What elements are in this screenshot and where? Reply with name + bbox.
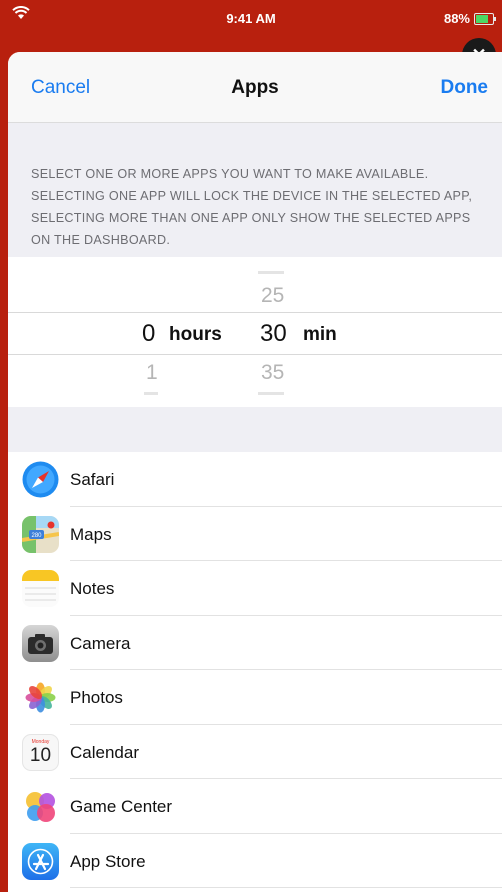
status-bar: 9:41 AM 88% [0, 0, 502, 36]
picker-faded-row [144, 392, 158, 395]
status-time: 9:41 AM [226, 11, 276, 26]
calendar-icon: Monday 10 [22, 733, 59, 771]
camera-icon [22, 624, 59, 662]
maps-icon: 280 [22, 515, 59, 553]
list-item-photos[interactable]: Photos [8, 670, 502, 725]
app-label: Game Center [70, 797, 173, 816]
app-label: Calendar [70, 742, 139, 762]
app-list: Safari 280 Maps Notes Camera Photos Mond… [8, 452, 502, 888]
list-item-maps[interactable]: 280 Maps [8, 507, 502, 561]
battery-indicator: 88% [443, 11, 496, 26]
picker-faded-row [258, 271, 284, 274]
minutes-unit: min [303, 324, 337, 345]
duration-picker[interactable]: 25 0 hours 30 min 1 35 [8, 257, 502, 407]
info-text: SELECT ONE OR MORE APPS YOU WANT TO MAKE… [8, 123, 502, 257]
notes-icon [22, 570, 59, 607]
page-title: Apps [231, 77, 279, 98]
battery-icon [474, 12, 496, 25]
app-label: Camera [70, 633, 131, 653]
done-button[interactable]: Done [441, 77, 489, 99]
maps-badge: 280 [31, 533, 42, 539]
hours-below[interactable]: 1 [146, 361, 158, 385]
picker-faded-row [258, 392, 284, 395]
picker-selection-top [8, 312, 502, 313]
photos-icon [22, 679, 59, 716]
section-gap [8, 407, 502, 452]
minutes-selected[interactable]: 30 [260, 320, 287, 348]
list-item-game-center[interactable]: Game Center [8, 779, 502, 834]
list-item-camera[interactable]: Camera [8, 616, 502, 670]
list-item-notes[interactable]: Notes [8, 561, 502, 616]
app-label: Maps [70, 524, 112, 544]
nav-bar: Cancel Apps Done [8, 52, 502, 123]
battery-percent: 88% [443, 11, 470, 26]
hours-selected[interactable]: 0 [142, 320, 155, 348]
safari-icon [22, 461, 59, 498]
list-item-app-store[interactable]: App Store [8, 834, 502, 888]
list-item-calendar[interactable]: Monday 10 Calendar [8, 725, 502, 779]
apps-sheet: Cancel Apps Done SELECT ONE OR MORE APPS… [8, 52, 502, 892]
app-label: Notes [70, 579, 115, 598]
app-label: Photos [70, 688, 123, 707]
minutes-above[interactable]: 25 [261, 284, 284, 308]
app-store-icon [22, 842, 59, 880]
calendar-day: 10 [29, 744, 52, 766]
picker-selection-bottom [8, 354, 502, 355]
game-center-icon [22, 788, 59, 825]
hours-unit: hours [169, 324, 222, 345]
minutes-below[interactable]: 35 [261, 361, 284, 385]
row-divider [70, 887, 502, 888]
app-label: App Store [70, 851, 146, 871]
app-label: Safari [70, 470, 115, 489]
list-item-safari[interactable]: Safari [8, 452, 502, 507]
